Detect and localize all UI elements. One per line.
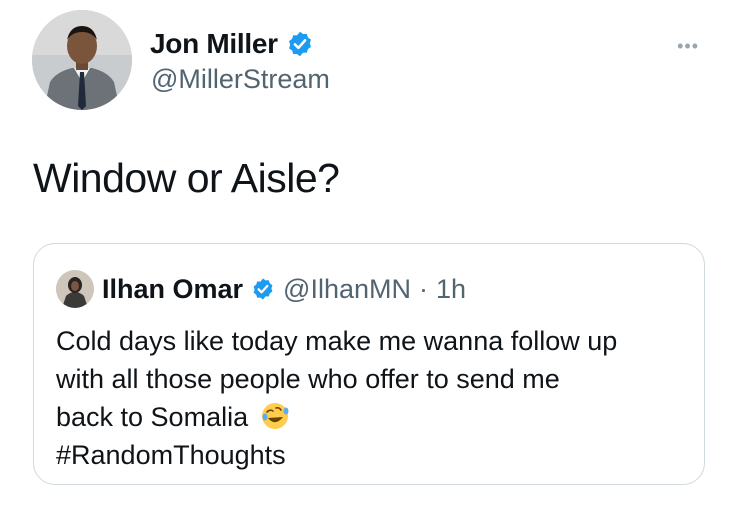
quoted-tweet[interactable]: Ilhan Omar @IlhanMN · 1h Cold days like … <box>33 243 705 485</box>
separator-dot: · <box>419 273 428 304</box>
more-horizontal-icon[interactable]: ••• <box>677 36 699 57</box>
author-handle[interactable]: @MillerStream <box>151 64 330 95</box>
verified-badge-icon <box>288 31 311 57</box>
quoted-timestamp[interactable]: 1h <box>436 274 466 305</box>
rolling-on-floor-laughing-emoji-icon <box>261 403 289 429</box>
quoted-tweet-text: Cold days like today make me wanna follo… <box>56 322 686 474</box>
quoted-tweet-header: Ilhan Omar @IlhanMN · 1h <box>56 270 466 308</box>
hashtag-link[interactable]: #RandomThoughts <box>56 436 686 474</box>
author-name-row[interactable]: Jon Miller <box>150 28 314 60</box>
quoted-author-avatar[interactable] <box>56 270 94 308</box>
quoted-author-handle[interactable]: @IlhanMN <box>283 274 411 305</box>
quoted-text-line-with-emoji: back to Somalia <box>56 398 686 436</box>
person-photo-icon <box>32 10 132 110</box>
quoted-text-line: back to Somalia <box>56 402 249 432</box>
person-photo-icon <box>56 270 94 308</box>
author-name[interactable]: Jon Miller <box>150 28 278 60</box>
quoted-author-name[interactable]: Ilhan Omar <box>102 274 243 305</box>
quoted-text-line: Cold days like today make me wanna follo… <box>56 326 618 356</box>
tweet-text: Window or Aisle? <box>33 155 340 201</box>
tweet-card: Jon Miller @MillerStream ••• Window or A… <box>0 0 743 519</box>
quoted-text-line: with all those people who offer to send … <box>56 364 560 394</box>
verified-badge-icon <box>253 278 273 300</box>
author-avatar[interactable] <box>32 10 132 110</box>
